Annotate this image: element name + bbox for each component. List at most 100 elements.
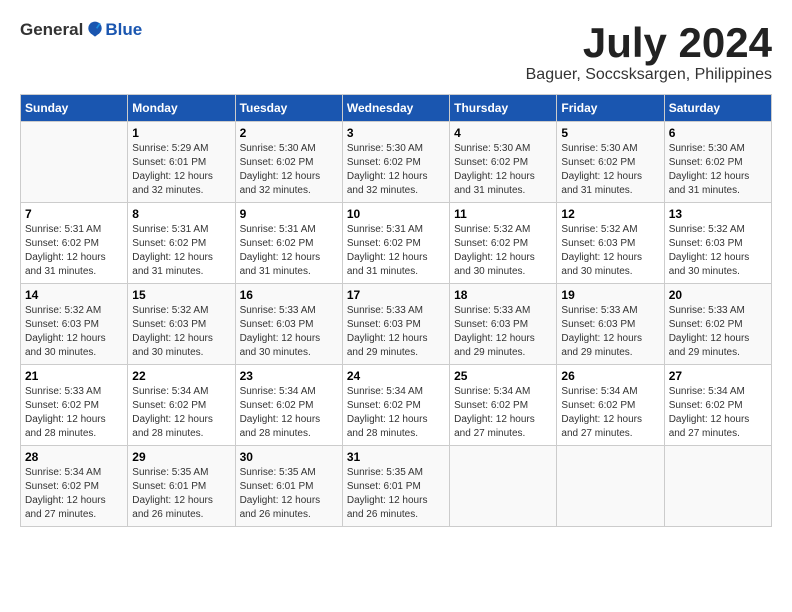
weekday-header-friday: Friday <box>557 95 664 122</box>
day-number: 10 <box>347 207 445 221</box>
logo-blue: Blue <box>105 20 142 40</box>
calendar-cell <box>21 122 128 203</box>
day-number: 2 <box>240 126 338 140</box>
calendar-cell: 24 Sunrise: 5:34 AMSunset: 6:02 PMDaylig… <box>342 365 449 446</box>
logo-icon <box>85 20 105 40</box>
day-info: Sunrise: 5:34 AMSunset: 6:02 PMDaylight:… <box>240 385 338 441</box>
calendar-cell: 28 Sunrise: 5:34 AMSunset: 6:02 PMDaylig… <box>21 446 128 527</box>
calendar-cell: 13 Sunrise: 5:32 AMSunset: 6:03 PMDaylig… <box>664 203 771 284</box>
calendar-cell: 7 Sunrise: 5:31 AMSunset: 6:02 PMDayligh… <box>21 203 128 284</box>
title-section: July 2024 Baguer, Soccsksargen, Philippi… <box>526 20 772 84</box>
weekday-header-wednesday: Wednesday <box>342 95 449 122</box>
day-info: Sunrise: 5:32 AMSunset: 6:02 PMDaylight:… <box>454 223 552 279</box>
calendar-cell: 31 Sunrise: 5:35 AMSunset: 6:01 PMDaylig… <box>342 446 449 527</box>
day-info: Sunrise: 5:34 AMSunset: 6:02 PMDaylight:… <box>132 385 230 441</box>
day-info: Sunrise: 5:34 AMSunset: 6:02 PMDaylight:… <box>669 385 767 441</box>
day-info: Sunrise: 5:34 AMSunset: 6:02 PMDaylight:… <box>347 385 445 441</box>
day-info: Sunrise: 5:33 AMSunset: 6:02 PMDaylight:… <box>25 385 123 441</box>
calendar-cell: 4 Sunrise: 5:30 AMSunset: 6:02 PMDayligh… <box>450 122 557 203</box>
day-info: Sunrise: 5:33 AMSunset: 6:02 PMDaylight:… <box>669 304 767 360</box>
day-number: 25 <box>454 369 552 383</box>
day-number: 12 <box>561 207 659 221</box>
calendar-cell: 3 Sunrise: 5:30 AMSunset: 6:02 PMDayligh… <box>342 122 449 203</box>
day-number: 20 <box>669 288 767 302</box>
calendar-cell: 1 Sunrise: 5:29 AMSunset: 6:01 PMDayligh… <box>128 122 235 203</box>
day-number: 8 <box>132 207 230 221</box>
calendar-cell: 12 Sunrise: 5:32 AMSunset: 6:03 PMDaylig… <box>557 203 664 284</box>
day-info: Sunrise: 5:34 AMSunset: 6:02 PMDaylight:… <box>25 466 123 522</box>
day-info: Sunrise: 5:35 AMSunset: 6:01 PMDaylight:… <box>347 466 445 522</box>
day-number: 7 <box>25 207 123 221</box>
weekday-header-sunday: Sunday <box>21 95 128 122</box>
page-header: General Blue July 2024 Baguer, Soccsksar… <box>20 20 772 84</box>
day-info: Sunrise: 5:33 AMSunset: 6:03 PMDaylight:… <box>454 304 552 360</box>
day-info: Sunrise: 5:33 AMSunset: 6:03 PMDaylight:… <box>347 304 445 360</box>
calendar-cell: 14 Sunrise: 5:32 AMSunset: 6:03 PMDaylig… <box>21 284 128 365</box>
day-info: Sunrise: 5:32 AMSunset: 6:03 PMDaylight:… <box>132 304 230 360</box>
calendar-cell: 30 Sunrise: 5:35 AMSunset: 6:01 PMDaylig… <box>235 446 342 527</box>
calendar-cell <box>557 446 664 527</box>
day-info: Sunrise: 5:33 AMSunset: 6:03 PMDaylight:… <box>240 304 338 360</box>
day-number: 11 <box>454 207 552 221</box>
calendar-cell: 20 Sunrise: 5:33 AMSunset: 6:02 PMDaylig… <box>664 284 771 365</box>
day-info: Sunrise: 5:30 AMSunset: 6:02 PMDaylight:… <box>669 142 767 198</box>
day-number: 22 <box>132 369 230 383</box>
weekday-header-saturday: Saturday <box>664 95 771 122</box>
calendar-cell: 8 Sunrise: 5:31 AMSunset: 6:02 PMDayligh… <box>128 203 235 284</box>
day-number: 9 <box>240 207 338 221</box>
day-number: 19 <box>561 288 659 302</box>
day-number: 15 <box>132 288 230 302</box>
day-info: Sunrise: 5:30 AMSunset: 6:02 PMDaylight:… <box>561 142 659 198</box>
day-number: 5 <box>561 126 659 140</box>
month-title: July 2024 <box>526 20 772 66</box>
day-number: 23 <box>240 369 338 383</box>
calendar-cell: 29 Sunrise: 5:35 AMSunset: 6:01 PMDaylig… <box>128 446 235 527</box>
calendar-cell: 9 Sunrise: 5:31 AMSunset: 6:02 PMDayligh… <box>235 203 342 284</box>
calendar-cell: 5 Sunrise: 5:30 AMSunset: 6:02 PMDayligh… <box>557 122 664 203</box>
day-info: Sunrise: 5:30 AMSunset: 6:02 PMDaylight:… <box>454 142 552 198</box>
day-number: 27 <box>669 369 767 383</box>
calendar-cell: 23 Sunrise: 5:34 AMSunset: 6:02 PMDaylig… <box>235 365 342 446</box>
day-number: 30 <box>240 450 338 464</box>
day-number: 1 <box>132 126 230 140</box>
day-info: Sunrise: 5:31 AMSunset: 6:02 PMDaylight:… <box>240 223 338 279</box>
day-info: Sunrise: 5:31 AMSunset: 6:02 PMDaylight:… <box>25 223 123 279</box>
day-info: Sunrise: 5:32 AMSunset: 6:03 PMDaylight:… <box>561 223 659 279</box>
calendar-cell: 10 Sunrise: 5:31 AMSunset: 6:02 PMDaylig… <box>342 203 449 284</box>
calendar-cell: 11 Sunrise: 5:32 AMSunset: 6:02 PMDaylig… <box>450 203 557 284</box>
weekday-header-tuesday: Tuesday <box>235 95 342 122</box>
calendar-week-1: 1 Sunrise: 5:29 AMSunset: 6:01 PMDayligh… <box>21 122 772 203</box>
weekday-header-thursday: Thursday <box>450 95 557 122</box>
calendar-cell: 17 Sunrise: 5:33 AMSunset: 6:03 PMDaylig… <box>342 284 449 365</box>
calendar-cell: 16 Sunrise: 5:33 AMSunset: 6:03 PMDaylig… <box>235 284 342 365</box>
calendar-cell: 15 Sunrise: 5:32 AMSunset: 6:03 PMDaylig… <box>128 284 235 365</box>
day-info: Sunrise: 5:31 AMSunset: 6:02 PMDaylight:… <box>132 223 230 279</box>
calendar-cell: 21 Sunrise: 5:33 AMSunset: 6:02 PMDaylig… <box>21 365 128 446</box>
day-number: 14 <box>25 288 123 302</box>
day-info: Sunrise: 5:34 AMSunset: 6:02 PMDaylight:… <box>454 385 552 441</box>
logo: General Blue <box>20 20 142 40</box>
day-number: 26 <box>561 369 659 383</box>
day-number: 28 <box>25 450 123 464</box>
calendar-cell: 27 Sunrise: 5:34 AMSunset: 6:02 PMDaylig… <box>664 365 771 446</box>
day-number: 31 <box>347 450 445 464</box>
day-number: 21 <box>25 369 123 383</box>
day-info: Sunrise: 5:30 AMSunset: 6:02 PMDaylight:… <box>240 142 338 198</box>
calendar-cell: 19 Sunrise: 5:33 AMSunset: 6:03 PMDaylig… <box>557 284 664 365</box>
day-info: Sunrise: 5:35 AMSunset: 6:01 PMDaylight:… <box>240 466 338 522</box>
calendar-cell <box>450 446 557 527</box>
calendar-week-3: 14 Sunrise: 5:32 AMSunset: 6:03 PMDaylig… <box>21 284 772 365</box>
day-number: 18 <box>454 288 552 302</box>
day-info: Sunrise: 5:32 AMSunset: 6:03 PMDaylight:… <box>669 223 767 279</box>
day-number: 29 <box>132 450 230 464</box>
calendar-cell: 26 Sunrise: 5:34 AMSunset: 6:02 PMDaylig… <box>557 365 664 446</box>
day-info: Sunrise: 5:35 AMSunset: 6:01 PMDaylight:… <box>132 466 230 522</box>
day-number: 24 <box>347 369 445 383</box>
day-number: 13 <box>669 207 767 221</box>
day-number: 17 <box>347 288 445 302</box>
day-number: 16 <box>240 288 338 302</box>
day-info: Sunrise: 5:31 AMSunset: 6:02 PMDaylight:… <box>347 223 445 279</box>
location-title: Baguer, Soccsksargen, Philippines <box>526 66 772 84</box>
logo-general: General <box>20 20 83 40</box>
day-number: 6 <box>669 126 767 140</box>
